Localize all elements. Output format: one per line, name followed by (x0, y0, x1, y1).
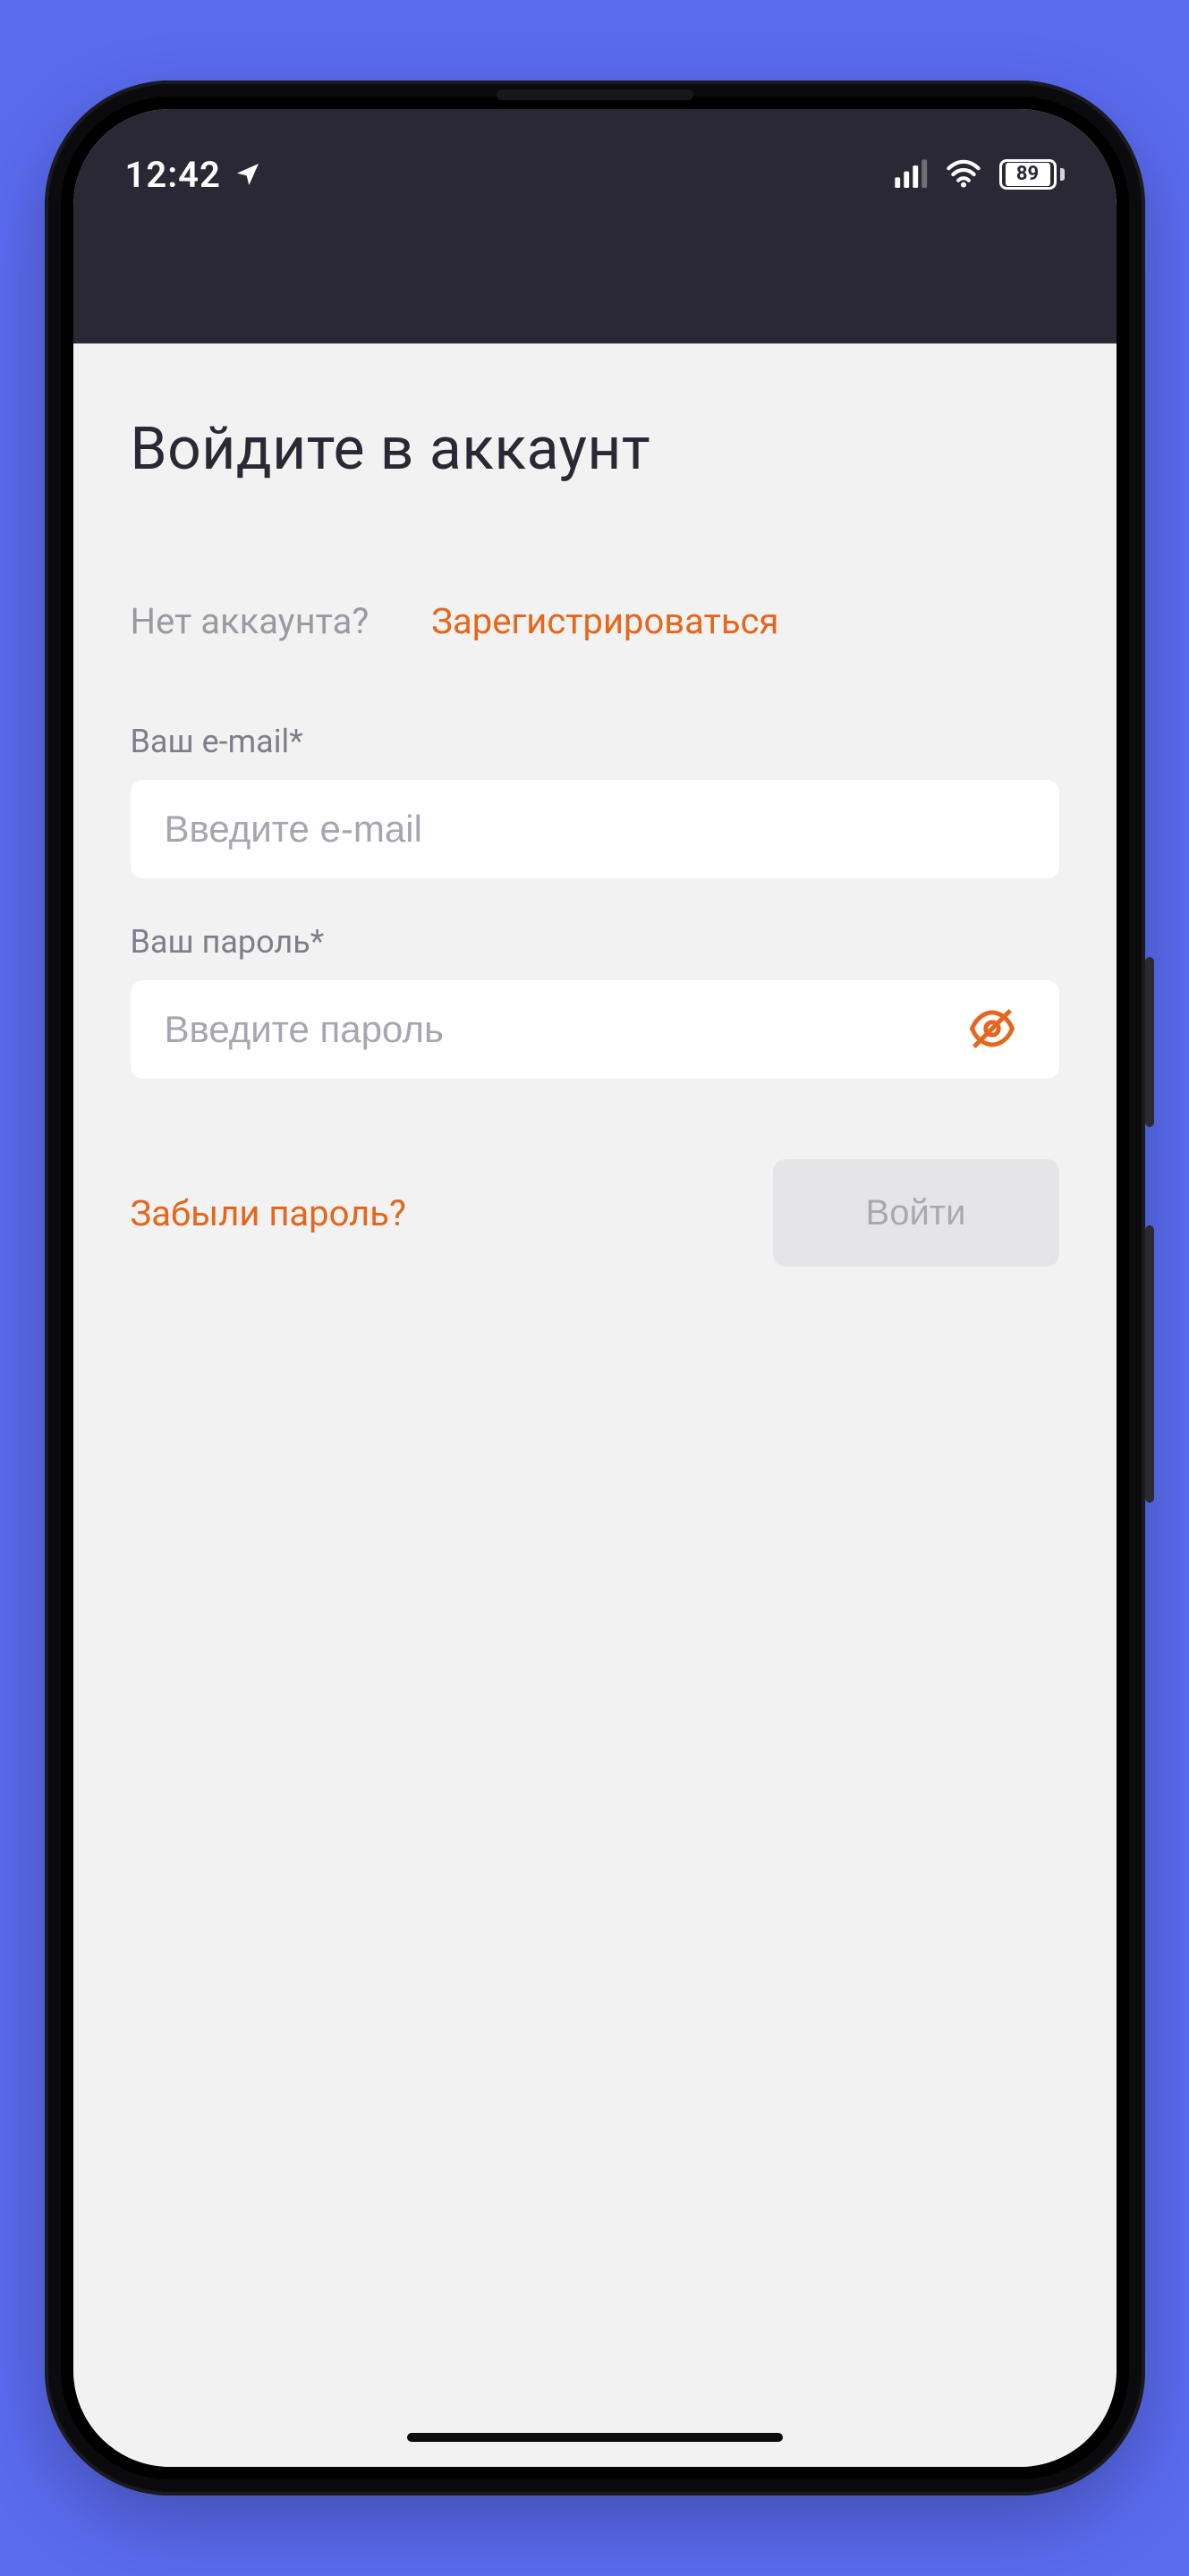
phone-frame: 12:42 (45, 80, 1145, 2496)
email-field: Ваш e-mail* (131, 723, 1059, 878)
phone-speaker-slit (497, 89, 693, 100)
email-input[interactable] (165, 808, 1025, 851)
status-bar: 12:42 (73, 143, 1117, 206)
password-label: Ваш пароль* (131, 923, 1059, 961)
battery-indicator: 89 (999, 159, 1065, 190)
signal-icon (892, 157, 928, 192)
page-background: 12:42 (0, 0, 1189, 2576)
login-screen: Войдите в аккаунт Нет аккаунта? Зарегист… (73, 343, 1117, 2467)
email-label: Ваш e-mail* (131, 723, 1059, 760)
phone-side-button-2 (1145, 1225, 1154, 1503)
register-row: Нет аккаунта? Зарегистрироваться (131, 600, 1059, 642)
home-indicator[interactable] (407, 2433, 783, 2442)
phone-side-button-1 (1145, 957, 1154, 1127)
status-time: 12:42 (125, 154, 221, 196)
app-top-bar: 12:42 (73, 109, 1117, 343)
no-account-label: Нет аккаунта? (131, 600, 369, 642)
forgot-password-link[interactable]: Забыли пароль? (131, 1192, 406, 1234)
toggle-password-visibility-button[interactable] (959, 996, 1025, 1064)
wifi-icon (946, 157, 981, 192)
eye-off-icon (968, 1004, 1016, 1055)
login-actions-row: Забыли пароль? Войти (131, 1159, 1059, 1267)
phone-screen: 12:42 (73, 109, 1117, 2467)
status-left: 12:42 (125, 154, 262, 196)
password-field: Ваш пароль* (131, 923, 1059, 1079)
phone-bezel: 12:42 (61, 97, 1129, 2479)
password-input-box[interactable] (131, 980, 1059, 1079)
page-title: Войдите в аккаунт (131, 415, 1059, 484)
login-button[interactable]: Войти (773, 1159, 1059, 1267)
status-right: 89 (892, 157, 1065, 192)
battery-percent: 89 (1006, 163, 1050, 186)
register-link[interactable]: Зарегистрироваться (431, 600, 778, 642)
email-input-box[interactable] (131, 780, 1059, 878)
location-arrow-icon (234, 160, 262, 189)
password-input[interactable] (165, 1008, 959, 1051)
